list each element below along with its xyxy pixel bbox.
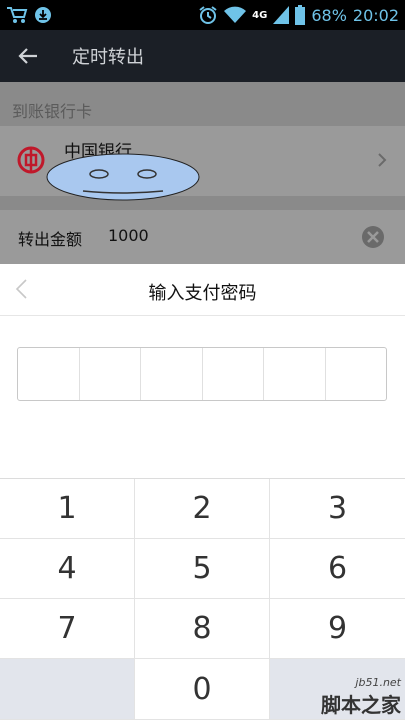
key-8[interactable]: 8 bbox=[135, 599, 270, 659]
key-0[interactable]: 0 bbox=[135, 659, 270, 720]
password-cell bbox=[264, 348, 326, 400]
network-type: 4G bbox=[252, 9, 268, 21]
cart-icon bbox=[6, 6, 28, 24]
key-2[interactable]: 2 bbox=[135, 479, 270, 539]
password-cell bbox=[203, 348, 264, 400]
amount-value: 1000 bbox=[108, 226, 149, 245]
smiley-face-icon bbox=[46, 153, 200, 205]
watermark-url: jb51.net bbox=[355, 676, 401, 689]
password-input[interactable] bbox=[17, 347, 387, 401]
key-7[interactable]: 7 bbox=[0, 599, 135, 659]
key-5[interactable]: 5 bbox=[135, 539, 270, 599]
dialog-title: 输入支付密码 bbox=[148, 283, 257, 304]
amount-label: 转出金额 bbox=[18, 230, 83, 249]
wifi-icon bbox=[224, 6, 247, 24]
page-title: 定时转出 bbox=[72, 47, 144, 68]
status-left bbox=[6, 6, 52, 24]
section-label-bank-card: 到账银行卡 bbox=[12, 102, 93, 121]
action-bar: 定时转出 bbox=[0, 30, 405, 82]
key-1[interactable]: 1 bbox=[0, 479, 135, 539]
bank-logo-icon bbox=[16, 145, 46, 179]
status-bar: 4G 68% 20:02 bbox=[0, 0, 405, 30]
password-cell bbox=[80, 348, 141, 400]
signal-icon bbox=[273, 6, 290, 24]
status-right: 4G 68% 20:02 bbox=[198, 5, 399, 25]
password-cell bbox=[326, 348, 387, 400]
download-icon bbox=[34, 6, 52, 24]
key-3[interactable]: 3 bbox=[270, 479, 405, 539]
clear-icon[interactable] bbox=[361, 225, 385, 253]
password-cell bbox=[141, 348, 203, 400]
back-arrow-icon bbox=[18, 48, 37, 64]
chevron-right-icon bbox=[377, 152, 387, 172]
back-button[interactable] bbox=[0, 30, 56, 82]
key-6[interactable]: 6 bbox=[270, 539, 405, 599]
key-4[interactable]: 4 bbox=[0, 539, 135, 599]
key-blank-left bbox=[0, 659, 135, 720]
battery-percent: 68% bbox=[311, 5, 347, 25]
watermark: jb51.net 脚本之家 bbox=[321, 676, 401, 718]
password-cell bbox=[18, 348, 80, 400]
clock-time: 20:02 bbox=[352, 5, 399, 25]
alarm-icon bbox=[198, 5, 218, 25]
watermark-name: 脚本之家 bbox=[321, 693, 401, 717]
key-9[interactable]: 9 bbox=[270, 599, 405, 659]
battery-icon bbox=[295, 5, 306, 25]
